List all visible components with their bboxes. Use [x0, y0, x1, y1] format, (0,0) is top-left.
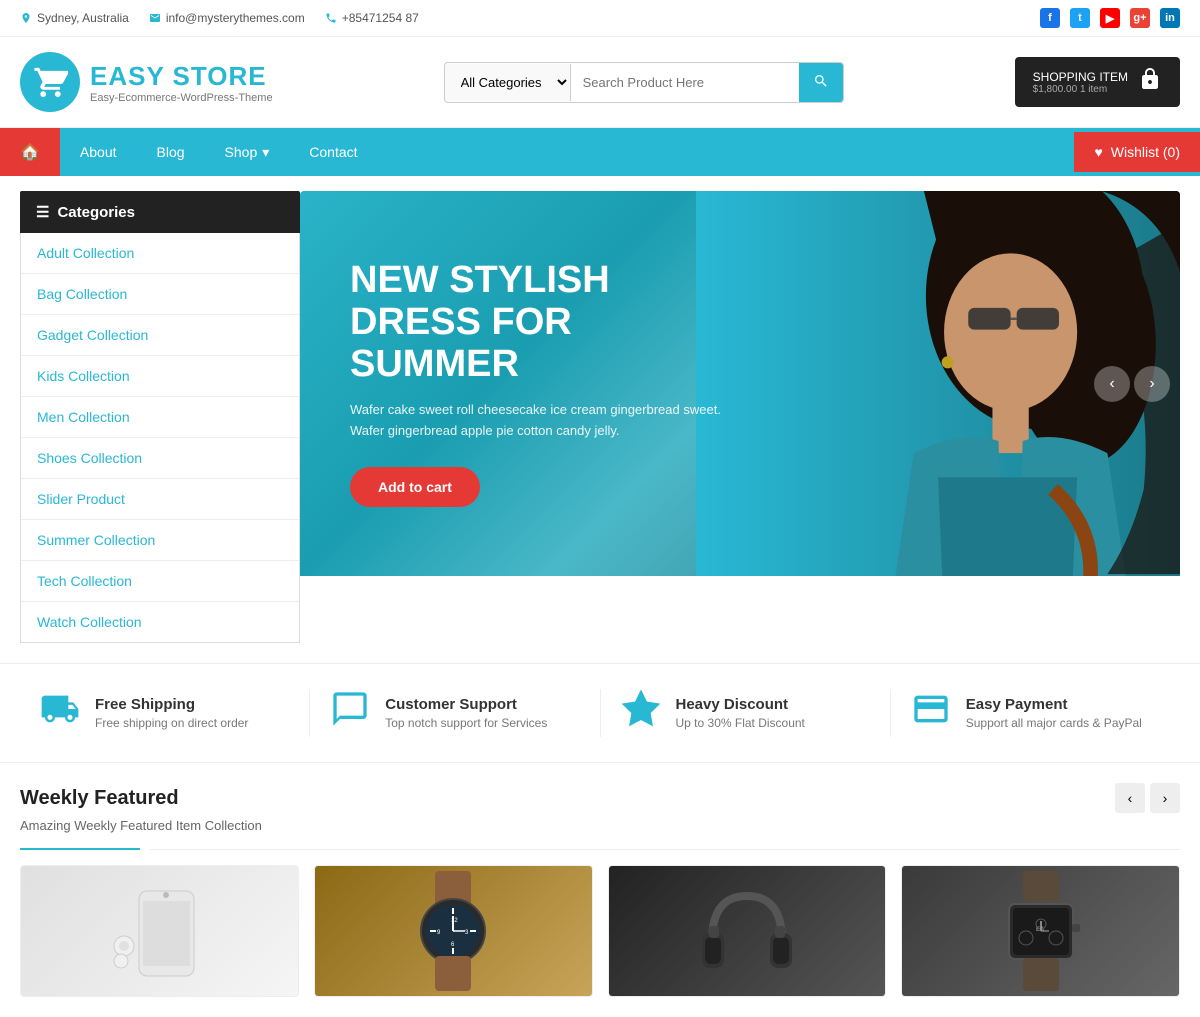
sidebar-list: Adult Collection Bag Collection Gadget C… — [20, 233, 300, 643]
facebook-icon[interactable]: f — [1040, 8, 1060, 28]
cart-info: SHOPPING ITEM $1,800.00 1 item — [1033, 70, 1128, 95]
sidebar-item-summer[interactable]: Summer Collection — [21, 520, 299, 561]
features-section: Free Shipping Free shipping on direct or… — [0, 663, 1200, 763]
product-image-2: 12 3 6 9 — [315, 866, 592, 996]
feature-support-title: Customer Support — [385, 696, 547, 713]
sidebar-item-slider[interactable]: Slider Product — [21, 479, 299, 520]
feature-discount-desc: Up to 30% Flat Discount — [676, 716, 805, 730]
weekly-next-button[interactable]: › — [1150, 783, 1180, 813]
email-info: info@mysterythemes.com — [149, 11, 305, 25]
sidebar-item-tech[interactable]: Tech Collection — [21, 561, 299, 602]
product-image-3 — [609, 866, 886, 996]
google-icon[interactable]: g+ — [1130, 8, 1150, 28]
location-info: Sydney, Australia — [20, 11, 129, 25]
hero-prev-button[interactable]: ‹ — [1094, 366, 1130, 402]
product-card-4[interactable]: EA — [901, 865, 1180, 997]
product-card-1[interactable] — [20, 865, 299, 997]
hero-content: NEW STYLISH DRESS FOR SUMMER Wafer cake … — [300, 220, 784, 547]
weekly-header: Weekly Featured ‹ › — [20, 783, 1180, 813]
sidebar-item-watch[interactable]: Watch Collection — [21, 602, 299, 642]
logo-icon — [20, 52, 80, 112]
sidebar-item-bag[interactable]: Bag Collection — [21, 274, 299, 315]
sidebar: ☰ Categories Adult Collection Bag Collec… — [20, 191, 300, 643]
feature-payment-desc: Support all major cards & PayPal — [966, 716, 1142, 730]
top-bar: Sydney, Australia info@mysterythemes.com… — [0, 0, 1200, 37]
nav-left: 🏠 About Blog Shop ▾ Contact — [0, 128, 378, 176]
youtube-icon[interactable]: ▶ — [1100, 8, 1120, 28]
chat-icon — [330, 689, 370, 737]
header: EASY STORE Easy-Ecommerce-WordPress-Them… — [0, 37, 1200, 128]
nav-home-button[interactable]: 🏠 — [0, 128, 60, 176]
weekly-nav: ‹ › — [1115, 783, 1180, 813]
sidebar-item-kids[interactable]: Kids Collection — [21, 356, 299, 397]
hamburger-icon: ☰ — [36, 203, 49, 221]
weekly-section: Weekly Featured ‹ › Amazing Weekly Featu… — [0, 763, 1200, 1017]
search-input[interactable] — [571, 65, 799, 100]
feature-support-desc: Top notch support for Services — [385, 716, 547, 730]
hero-next-button[interactable]: › — [1134, 366, 1170, 402]
nav-shop[interactable]: Shop ▾ — [205, 130, 290, 175]
hero-description: Wafer cake sweet roll cheesecake ice cre… — [350, 400, 734, 442]
sidebar-item-adult[interactable]: Adult Collection — [21, 233, 299, 274]
hero-add-to-cart-button[interactable]: Add to cart — [350, 467, 480, 507]
sidebar-header: ☰ Categories — [20, 191, 300, 233]
svg-text:12: 12 — [451, 918, 458, 924]
star-icon — [621, 689, 661, 737]
social-icons: f t ▶ g+ in — [1040, 8, 1180, 28]
nav-about[interactable]: About — [60, 130, 137, 174]
feature-discount-title: Heavy Discount — [676, 696, 805, 713]
hero-banner: NEW STYLISH DRESS FOR SUMMER Wafer cake … — [300, 191, 1180, 643]
twitter-icon[interactable]: t — [1070, 8, 1090, 28]
main-layout: ☰ Categories Adult Collection Bag Collec… — [0, 191, 1200, 643]
heart-icon: ♥ — [1094, 144, 1102, 160]
feature-shipping-title: Free Shipping — [95, 696, 248, 713]
products-grid: 12 3 6 9 — [20, 865, 1180, 997]
cart-icon — [1138, 67, 1162, 97]
logo[interactable]: EASY STORE Easy-Ecommerce-WordPress-Them… — [20, 52, 273, 112]
feature-shipping-desc: Free shipping on direct order — [95, 716, 248, 730]
chevron-down-icon: ▾ — [262, 144, 269, 161]
nav-contact[interactable]: Contact — [289, 130, 377, 174]
cart-button[interactable]: SHOPPING ITEM $1,800.00 1 item — [1015, 57, 1180, 107]
search-bar[interactable]: All Categories — [444, 62, 844, 103]
weekly-subtitle: Amazing Weekly Featured Item Collection — [20, 818, 1180, 833]
wishlist-button[interactable]: ♥ Wishlist (0) — [1074, 132, 1200, 172]
hero-title: NEW STYLISH DRESS FOR SUMMER — [350, 260, 734, 385]
weekly-prev-button[interactable]: ‹ — [1115, 783, 1145, 813]
category-select[interactable]: All Categories — [445, 64, 571, 101]
product-image-4: EA — [902, 866, 1179, 996]
hero-background: NEW STYLISH DRESS FOR SUMMER Wafer cake … — [300, 191, 1180, 576]
feature-payment-title: Easy Payment — [966, 696, 1142, 713]
nav-blog[interactable]: Blog — [137, 130, 205, 174]
logo-text: EASY STORE Easy-Ecommerce-WordPress-Them… — [90, 61, 273, 104]
product-image-1 — [21, 866, 298, 996]
feature-easy-payment: Easy Payment Support all major cards & P… — [891, 689, 1180, 737]
weekly-title: Weekly Featured — [20, 787, 179, 810]
linkedin-icon[interactable]: in — [1160, 8, 1180, 28]
card-icon — [911, 689, 951, 737]
product-card-2[interactable]: 12 3 6 9 — [314, 865, 593, 997]
sidebar-item-men[interactable]: Men Collection — [21, 397, 299, 438]
feature-free-shipping: Free Shipping Free shipping on direct or… — [20, 689, 310, 737]
feature-customer-support: Customer Support Top notch support for S… — [310, 689, 600, 737]
truck-icon — [40, 689, 80, 737]
search-button[interactable] — [799, 63, 843, 102]
sidebar-item-gadget[interactable]: Gadget Collection — [21, 315, 299, 356]
sidebar-item-shoes[interactable]: Shoes Collection — [21, 438, 299, 479]
product-card-3[interactable] — [608, 865, 887, 997]
navigation: 🏠 About Blog Shop ▾ Contact ♥ Wishlist (… — [0, 128, 1200, 176]
top-bar-left: Sydney, Australia info@mysterythemes.com… — [20, 11, 419, 25]
phone-info: +85471254 87 — [325, 11, 419, 25]
feature-heavy-discount: Heavy Discount Up to 30% Flat Discount — [601, 689, 891, 737]
